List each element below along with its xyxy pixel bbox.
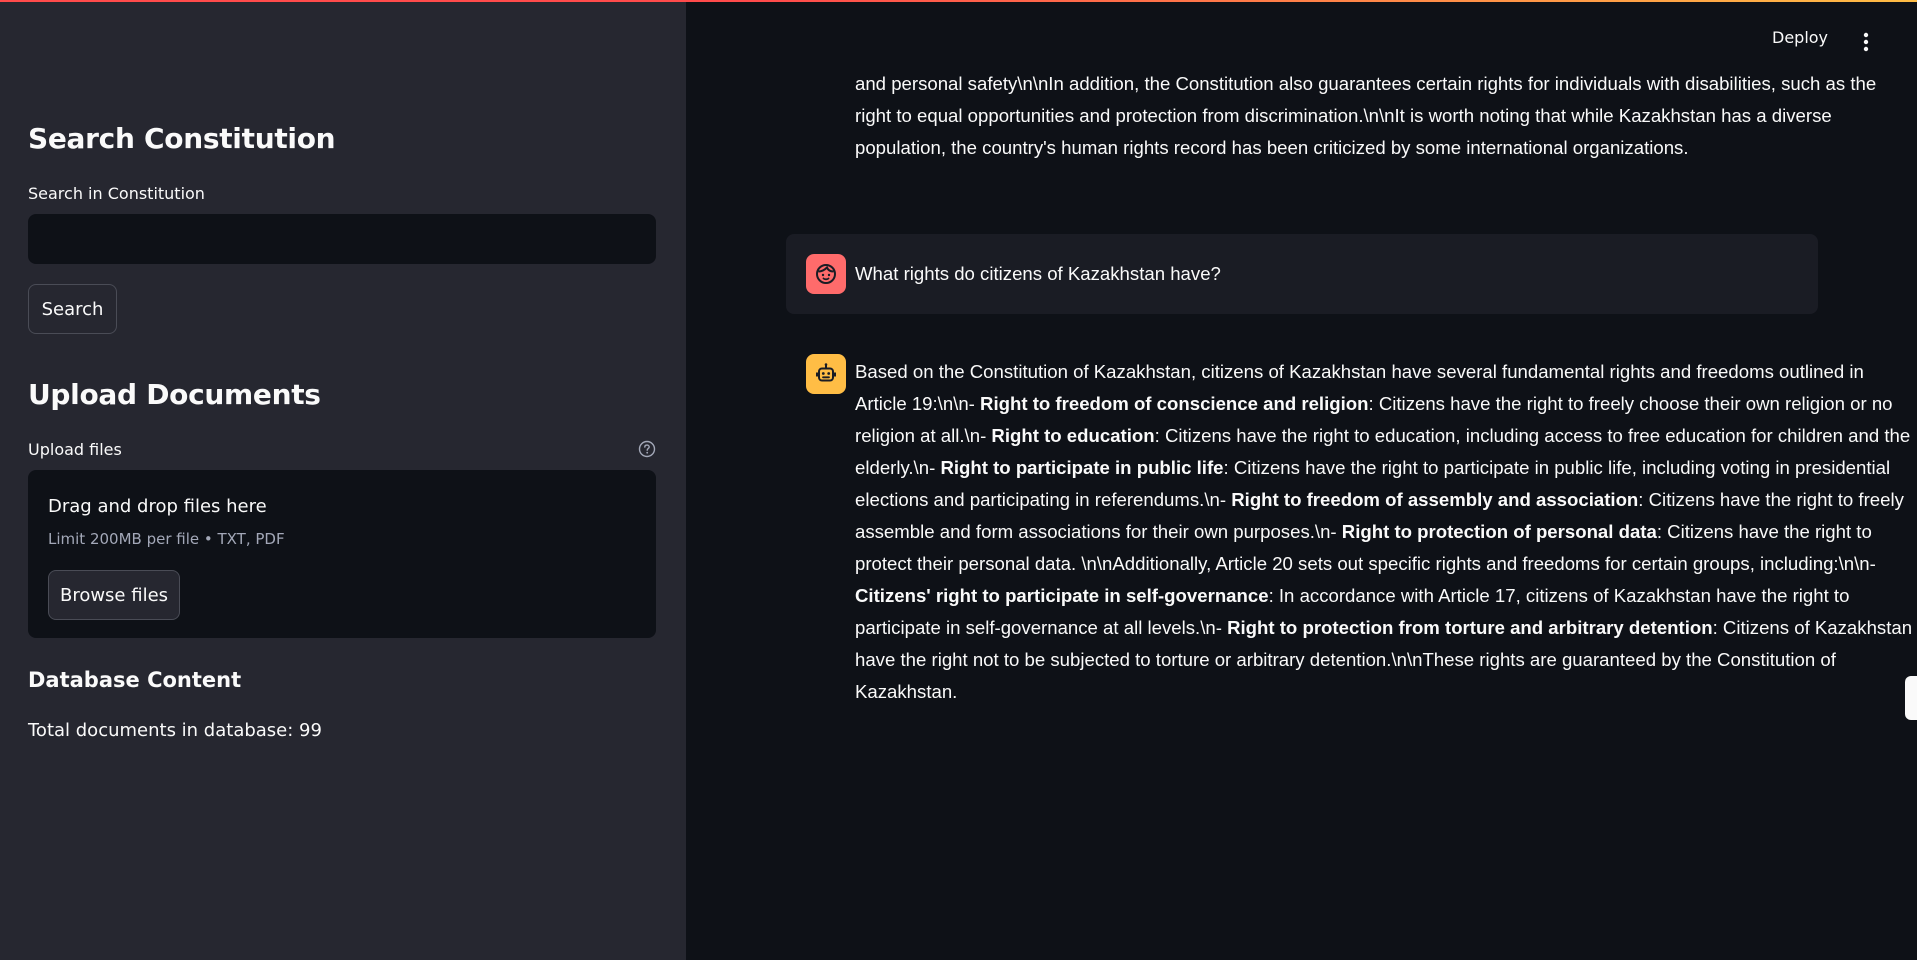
dropzone-title: Drag and drop files here: [48, 496, 267, 517]
search-input[interactable]: [28, 214, 656, 264]
help-circle-icon[interactable]: [638, 440, 656, 458]
face-icon: [806, 254, 846, 294]
previous-assistant-message: and personal safety\n\nIn addition, the …: [855, 73, 1877, 158]
assistant-bold-segment: Right to freedom of assembly and associa…: [1231, 489, 1639, 510]
top-decoration-bar: [0, 0, 1917, 2]
database-total-text: Total documents in database: 99: [28, 720, 322, 741]
file-dropzone[interactable]: Drag and drop files here Limit 200MB per…: [28, 470, 656, 638]
assistant-bold-segment: Right to protection of personal data: [1341, 521, 1657, 542]
dropzone-limit-text: Limit 200MB per file • TXT, PDF: [48, 530, 285, 548]
scrollbar-handle[interactable]: [1905, 676, 1917, 720]
sidebar: Search Constitution Search in Constituti…: [0, 0, 686, 960]
user-message: What rights do citizens of Kazakhstan ha…: [786, 234, 1818, 314]
upload-heading: Upload Documents: [28, 378, 321, 411]
search-button[interactable]: Search: [28, 284, 117, 334]
robot-icon: [806, 354, 846, 394]
browse-files-button[interactable]: Browse files: [48, 570, 180, 620]
search-input-label: Search in Constitution: [28, 184, 205, 203]
database-heading: Database Content: [28, 668, 242, 692]
assistant-bold-segment: Right to freedom of conscience and relig…: [980, 393, 1369, 414]
assistant-bold-segment: Citizens' right to participate in self-g…: [855, 585, 1269, 606]
assistant-bold-segment: Right to participate in public life: [940, 457, 1224, 478]
chat-area: and personal safety\n\nIn addition, the …: [686, 0, 1917, 960]
assistant-bold-segment: Right to protection from torture and arb…: [1227, 617, 1713, 638]
search-heading: Search Constitution: [28, 122, 336, 155]
upload-files-label: Upload files: [28, 440, 122, 459]
user-message-text: What rights do citizens of Kazakhstan ha…: [855, 263, 1221, 284]
assistant-message-text: Based on the Constitution of Kazakhstan,…: [855, 356, 1915, 708]
assistant-bold-segment: Right to education: [991, 425, 1155, 446]
